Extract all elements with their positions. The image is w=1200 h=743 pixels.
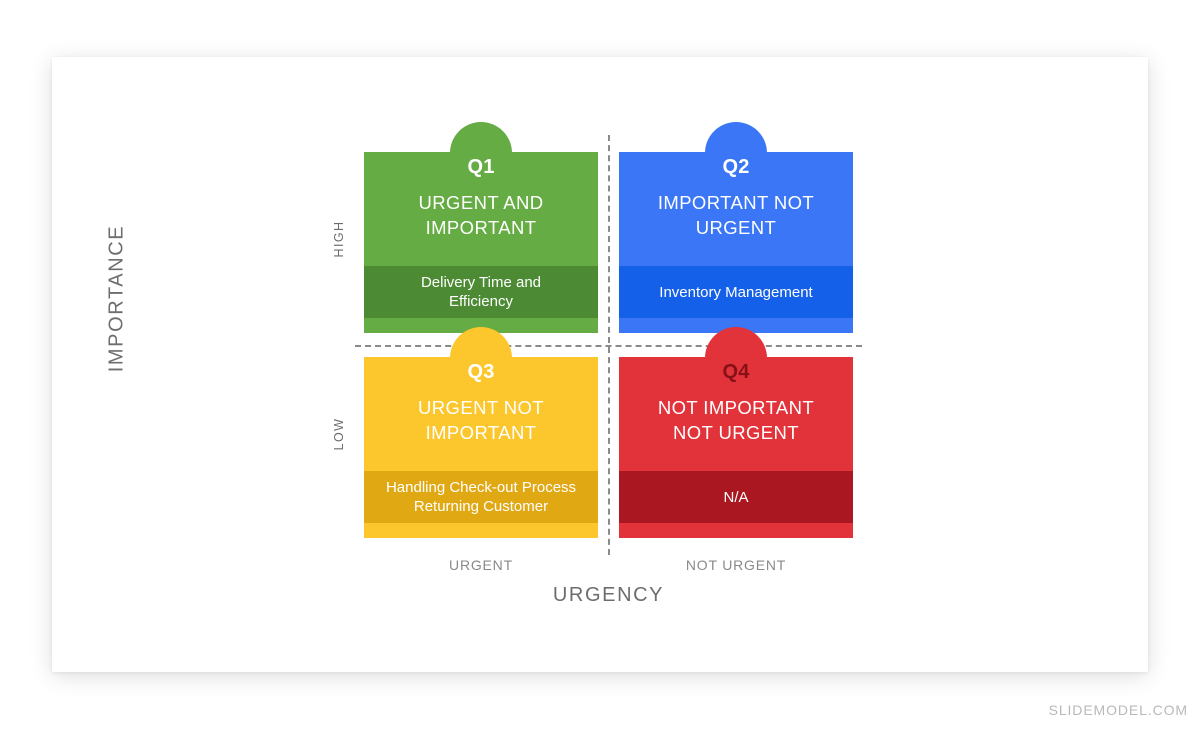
y-axis-tick-high: HIGH xyxy=(332,220,346,258)
watermark-slidemodel: SLIDEMODEL.COM xyxy=(1048,702,1188,718)
quadrant-q1-item-line2: Efficiency xyxy=(449,293,513,310)
screenshot-root: URGENT AND IMPORTANT Delivery Time and E… xyxy=(0,0,1200,743)
quadrant-q1-title-line2: IMPORTANT xyxy=(425,217,537,238)
quadrant-q4[interactable]: NOT IMPORTANT NOT URGENT N/A Q4 xyxy=(619,327,853,538)
x-axis-tick-not-urgent: NOT URGENT xyxy=(685,557,787,573)
quadrant-q1-item-band: Delivery Time and Efficiency xyxy=(364,266,598,318)
quadrant-q2-title-line2: URGENT xyxy=(695,217,777,238)
quadrant-q3-title-line1: URGENT NOT xyxy=(418,397,544,418)
quadrant-q1-badge-label: Q1 xyxy=(467,156,495,178)
quadrant-q2-title-line1: IMPORTANT NOT xyxy=(657,192,815,213)
quadrant-q3-title: URGENT NOT IMPORTANT xyxy=(374,395,588,445)
quadrant-q3[interactable]: URGENT NOT IMPORTANT Handling Check-out … xyxy=(364,327,598,538)
quadrant-q2-item-band: Inventory Management xyxy=(619,266,853,318)
quadrant-q4-item-line1: N/A xyxy=(723,488,749,506)
eisenhower-matrix: URGENT AND IMPORTANT Delivery Time and E… xyxy=(52,57,1148,672)
quadrant-q4-title-line1: NOT IMPORTANT xyxy=(657,397,815,418)
quadrant-q3-item-line1: Handling Check-out Process xyxy=(385,479,577,496)
x-axis-title: URGENCY xyxy=(552,584,665,606)
slide-canvas: URGENT AND IMPORTANT Delivery Time and E… xyxy=(52,57,1148,672)
quadrant-q2-badge-label: Q2 xyxy=(722,156,750,178)
quadrant-q4-item-band: N/A xyxy=(619,471,853,523)
horizontal-divider-dashed xyxy=(355,345,862,347)
y-axis-tick-low: LOW xyxy=(332,417,346,451)
quadrant-q3-item-line2: Returning Customer xyxy=(413,498,549,515)
quadrant-q4-badge-label: Q4 xyxy=(722,361,750,383)
quadrant-q1-item-line1: Delivery Time and xyxy=(420,274,542,291)
quadrant-q2-title: IMPORTANT NOT URGENT xyxy=(629,190,843,240)
y-axis-title: IMPORTANCE xyxy=(105,224,128,373)
quadrant-q2-item-line1: Inventory Management xyxy=(659,283,813,301)
quadrant-q2[interactable]: IMPORTANT NOT URGENT Inventory Managemen… xyxy=(619,122,853,333)
x-axis-tick-urgent: URGENT xyxy=(449,557,513,573)
quadrant-q4-title-line2: NOT URGENT xyxy=(673,422,799,443)
quadrant-q1-title: URGENT AND IMPORTANT xyxy=(374,190,588,240)
quadrant-q3-title-line2: IMPORTANT xyxy=(425,422,537,443)
quadrant-q1-title-line1: URGENT AND xyxy=(418,192,544,213)
quadrant-q3-badge-label: Q3 xyxy=(467,361,495,383)
quadrant-q4-title: NOT IMPORTANT NOT URGENT xyxy=(629,395,843,445)
quadrant-q1[interactable]: URGENT AND IMPORTANT Delivery Time and E… xyxy=(364,122,598,333)
quadrant-q3-item-band: Handling Check-out Process Returning Cus… xyxy=(364,471,598,523)
